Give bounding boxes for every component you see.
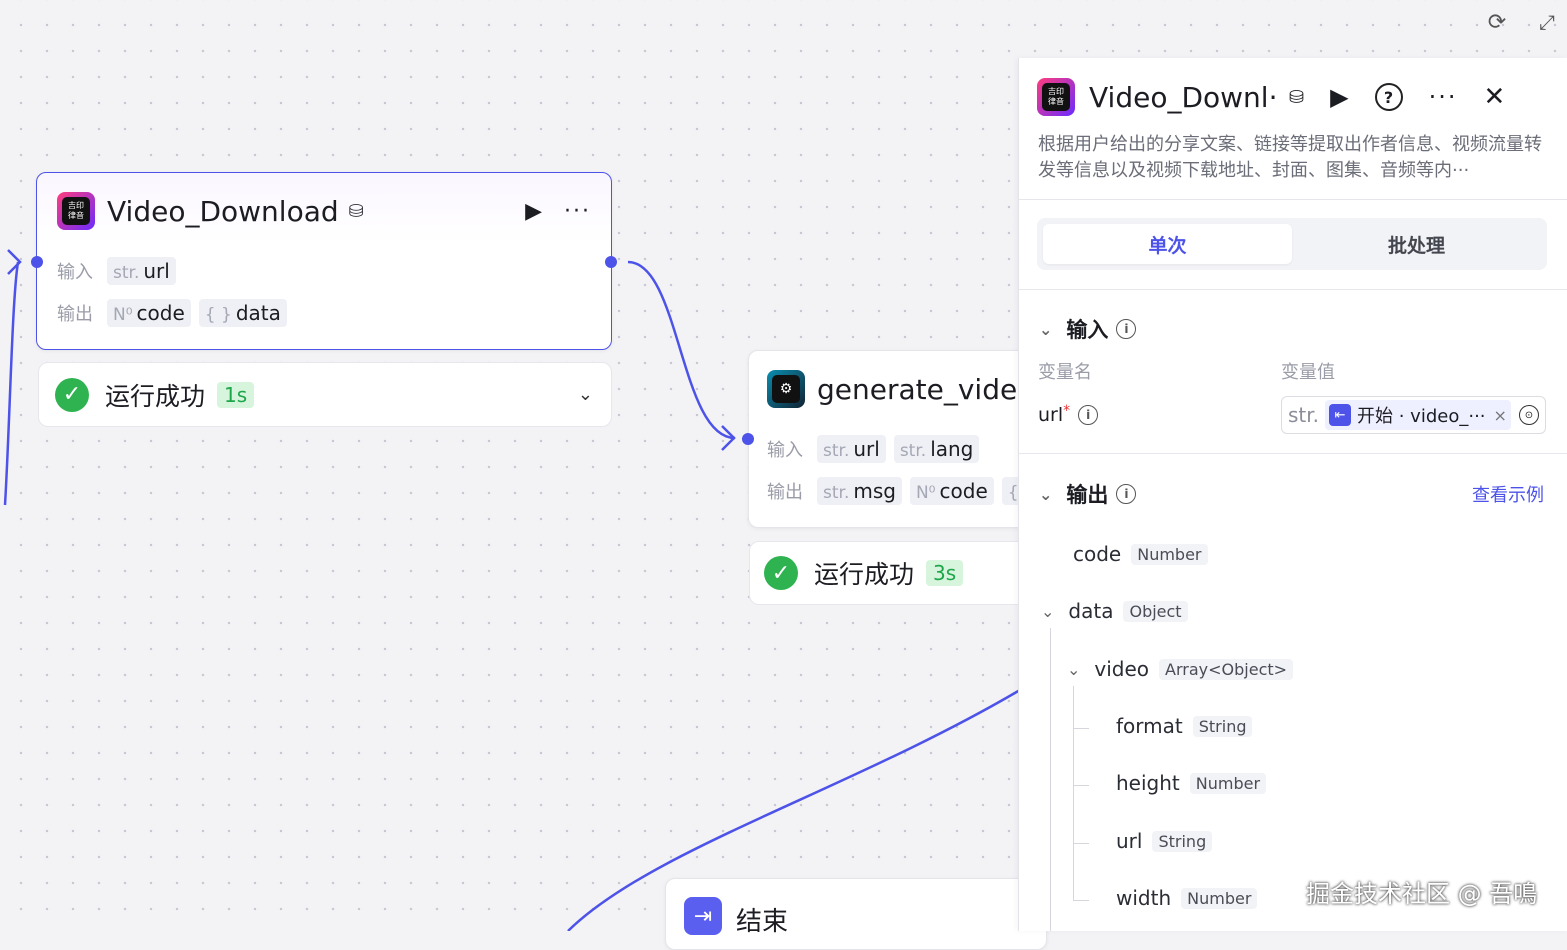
output-label: 输出 — [767, 482, 803, 503]
input-tag-url: str. url — [817, 435, 886, 463]
expand-icon[interactable]: ⤢ — [1533, 8, 1561, 36]
reference-text: 开始 · video_··· — [1357, 406, 1486, 427]
divider — [1019, 453, 1567, 454]
end-title: 结束 — [736, 907, 789, 937]
input-tag-url: str. url — [107, 257, 176, 285]
output-field-width: width Number — [1116, 886, 1258, 910]
chevron-down-icon: ⌄ — [1067, 659, 1081, 679]
col-var-name: 变量名 — [1038, 362, 1092, 383]
tree-branch — [1073, 728, 1089, 729]
status-text: 运行成功 — [814, 560, 915, 589]
chevron-down-icon: ⌄ — [1041, 601, 1055, 621]
close-icon[interactable]: ✕ — [1483, 82, 1505, 112]
input-label: 输入 — [57, 262, 93, 283]
input-label: 输入 — [767, 440, 803, 461]
end-icon: ⇥ — [684, 897, 722, 935]
duration-badge: 3s — [926, 560, 964, 586]
success-check-icon: ✓ — [55, 377, 89, 412]
refresh-icon[interactable]: ⟳ — [1483, 8, 1511, 36]
output-field-format: format String — [1116, 714, 1253, 738]
more-icon[interactable]: ··· — [1429, 83, 1458, 111]
url-value-field[interactable]: str. ⇤ 开始 · video_··· × ⊙ — [1281, 396, 1546, 434]
output-tag-data: { } data — [198, 299, 287, 327]
output-section-title: 输出 — [1066, 483, 1109, 507]
panel-title: Video_Downl··· — [1089, 80, 1277, 114]
duration-badge: 1s — [217, 381, 255, 408]
tree-branch — [1073, 900, 1089, 901]
variable-picker-icon[interactable]: ⊙ — [1519, 405, 1539, 425]
output-section-header[interactable]: ⌄ 输出 i — [1039, 479, 1137, 509]
tab-batch[interactable]: 批处理 — [1292, 224, 1541, 264]
start-node-icon: ⇤ — [1329, 404, 1352, 426]
input-section-header[interactable]: ⌄ 输入 i — [1039, 314, 1137, 344]
node-video-download[interactable]: 吉印 律音 Video_Download ⛁ ▶ ··· 输入 str. url 输… — [36, 172, 612, 350]
output-field-url: url String — [1116, 829, 1213, 853]
divider — [1019, 289, 1567, 290]
variable-reference[interactable]: ⇤ 开始 · video_··· × — [1325, 400, 1511, 430]
info-icon: i — [1116, 319, 1137, 339]
chevron-down-icon[interactable]: ⌄ — [578, 384, 593, 405]
node-end[interactable]: ⇥ 结束 — [665, 878, 1047, 950]
watermark: 掘金技术社区 @ 吾鳴 — [1306, 880, 1538, 908]
chevron-down-icon[interactable]: ⌄ — [1039, 320, 1052, 339]
type-label: str. — [1288, 403, 1320, 427]
run-mode-tabs: 单次 批处理 — [1037, 218, 1547, 270]
tab-single[interactable]: 单次 — [1043, 224, 1292, 264]
run-icon[interactable]: ▶ — [1330, 83, 1348, 111]
node1-output-port[interactable] — [605, 256, 617, 268]
tree-line — [1050, 628, 1051, 931]
node2-status-bar[interactable]: ✓ 运行成功 3s — [749, 541, 1041, 605]
node1-status-bar[interactable]: ✓ 运行成功 1s ⌄ — [38, 362, 612, 427]
var-url-label: url * i — [1038, 403, 1099, 426]
plugin-icon: ⛁ — [348, 200, 364, 222]
input-section-title: 输入 — [1066, 318, 1109, 342]
panel-description: 根据用户给出的分享文案、链接等提取出作者信息、视频流量转发等信息以及视频下载地址… — [1038, 134, 1542, 181]
tree-line — [1073, 686, 1074, 901]
view-example-link[interactable]: 查看示例 — [1472, 481, 1544, 507]
node-title: generate_video_ — [817, 372, 1049, 406]
app-logo-icon: 吉印 律音 — [57, 192, 95, 230]
output-field-data[interactable]: ⌄ data Object — [1041, 599, 1188, 623]
more-icon[interactable]: ··· — [564, 199, 591, 224]
info-icon: i — [1078, 405, 1099, 425]
chevron-down-icon[interactable]: ⌄ — [1039, 485, 1052, 504]
help-icon[interactable]: ? — [1374, 83, 1403, 111]
divider — [1019, 199, 1567, 200]
node2-input-port[interactable] — [742, 433, 754, 445]
output-tag-code: N⁰ code — [909, 477, 994, 505]
output-tag-msg: str. msg — [817, 477, 902, 505]
output-field-code: code Number — [1073, 542, 1208, 566]
output-tag-code: N⁰ code — [107, 299, 191, 327]
output-field-video[interactable]: ⌄ video Array<Object> — [1067, 657, 1294, 681]
node1-input-port[interactable] — [31, 256, 43, 268]
tree-branch — [1073, 843, 1089, 844]
status-text: 运行成功 — [105, 381, 206, 411]
app-logo-icon: 吉印 律音 — [1037, 78, 1075, 116]
output-field-height: height Number — [1116, 771, 1267, 795]
clear-icon[interactable]: × — [1494, 406, 1507, 425]
info-icon: i — [1116, 484, 1137, 504]
run-icon[interactable]: ▶ — [525, 199, 542, 224]
tree-branch — [1073, 785, 1089, 786]
node-title: Video_Download — [107, 194, 339, 228]
plugin-icon[interactable]: ⛁ — [1289, 87, 1304, 108]
input-tag-lang: str. lang — [893, 435, 980, 463]
success-check-icon: ✓ — [764, 556, 798, 590]
node-generate-video[interactable]: ⚙ generate_video_ 输入 str. url str. lang 输出… — [748, 350, 1048, 528]
output-label: 输出 — [57, 304, 93, 325]
generate-app-icon: ⚙ — [767, 370, 805, 408]
col-var-value: 变量值 — [1281, 362, 1335, 383]
node-detail-panel: 吉印 律音 Video_Downl··· ⛁ ▶ ? ··· ✕ 根据用户给出的分… — [1018, 58, 1567, 931]
